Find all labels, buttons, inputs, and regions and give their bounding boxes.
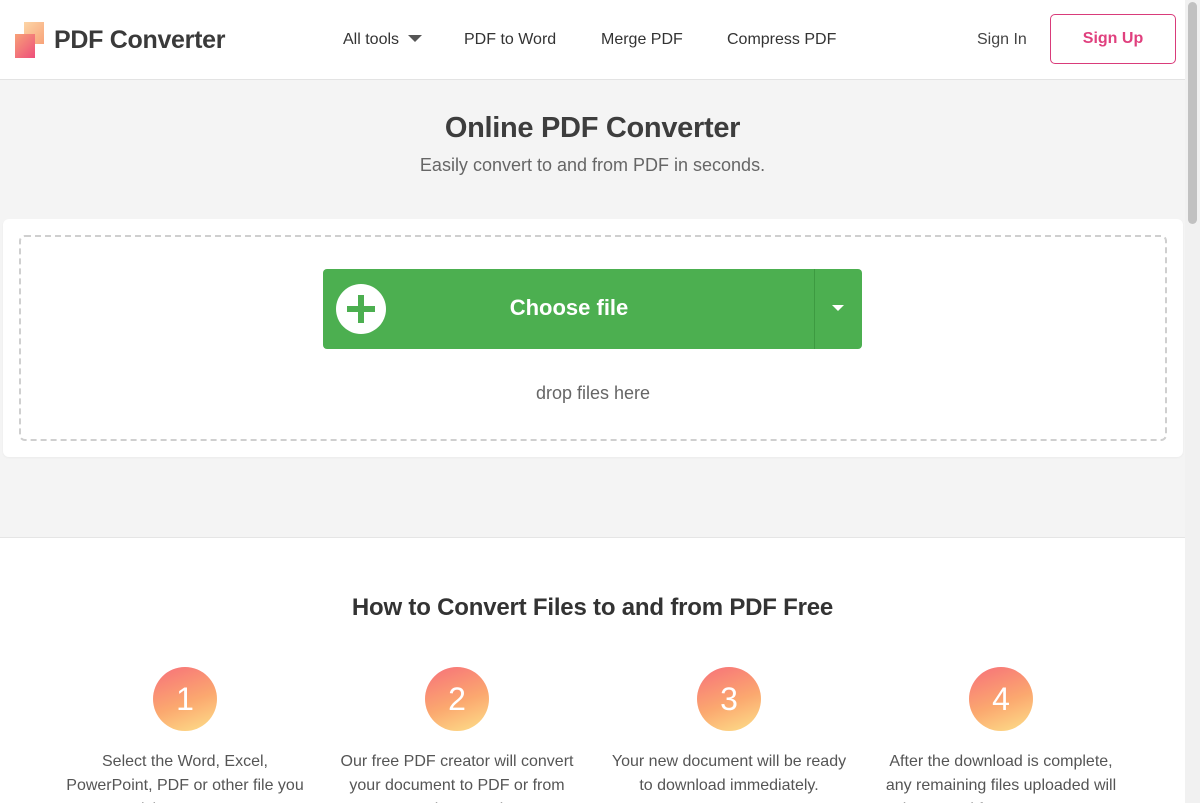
step-1: 1 Select the Word, Excel, PowerPoint, PD… xyxy=(60,667,310,803)
step-description: Our free PDF creator will convert your d… xyxy=(340,753,574,803)
step-number-badge: 2 xyxy=(425,667,489,731)
nav-all-tools-label: All tools xyxy=(343,31,400,48)
page-subtitle: Easily convert to and from PDF in second… xyxy=(419,155,766,175)
logo-icon xyxy=(15,22,45,58)
page-scrollbar[interactable] xyxy=(1185,0,1200,803)
step-description: Your new document will be ready to downl… xyxy=(611,753,847,794)
logo-text: PDF Converter xyxy=(54,25,226,54)
site-header: PDF Converter All tools PDF to Word Merg… xyxy=(0,0,1185,80)
step-number-badge: 4 xyxy=(969,667,1033,731)
step-4: 4 After the download is complete, any re… xyxy=(876,667,1126,803)
chevron-down-icon xyxy=(408,34,423,42)
chevron-down-icon[interactable] xyxy=(832,305,844,311)
step-number-badge: 3 xyxy=(697,667,761,731)
step-description: Select the Word, Excel, PowerPoint, PDF … xyxy=(66,753,304,803)
scrollbar-thumb[interactable] xyxy=(1188,2,1197,224)
page-title: Online PDF Converter xyxy=(444,112,741,144)
nav-compress-pdf[interactable]: Compress PDF xyxy=(727,31,836,49)
how-to-title: How to Convert Files to and from PDF Fre… xyxy=(351,594,834,621)
choose-file-label: Choose file xyxy=(509,295,629,320)
upload-card: Choose file drop files here xyxy=(3,219,1183,457)
drop-files-hint: drop files here xyxy=(535,383,651,403)
nav-merge-pdf[interactable]: Merge PDF xyxy=(601,31,683,49)
nav-pdf-to-word[interactable]: PDF to Word xyxy=(464,31,556,49)
step-3: 3 Your new document will be ready to dow… xyxy=(604,667,854,798)
step-description: After the download is complete, any rema… xyxy=(885,753,1117,803)
how-to-section: How to Convert Files to and from PDF Fre… xyxy=(0,537,1185,803)
button-divider xyxy=(814,269,815,349)
sign-up-button[interactable]: Sign Up xyxy=(1050,14,1176,64)
drop-zone[interactable]: Choose file drop files here xyxy=(19,235,1167,441)
step-2: 2 Our free PDF creator will convert your… xyxy=(332,667,582,803)
sign-in-link[interactable]: Sign In xyxy=(977,31,1027,49)
page: PDF Converter All tools PDF to Word Merg… xyxy=(0,0,1185,803)
logo[interactable]: PDF Converter xyxy=(15,22,225,58)
nav-all-tools[interactable]: All tools xyxy=(343,31,423,49)
step-number-badge: 1 xyxy=(153,667,217,731)
choose-file-button[interactable]: Choose file xyxy=(323,269,862,349)
